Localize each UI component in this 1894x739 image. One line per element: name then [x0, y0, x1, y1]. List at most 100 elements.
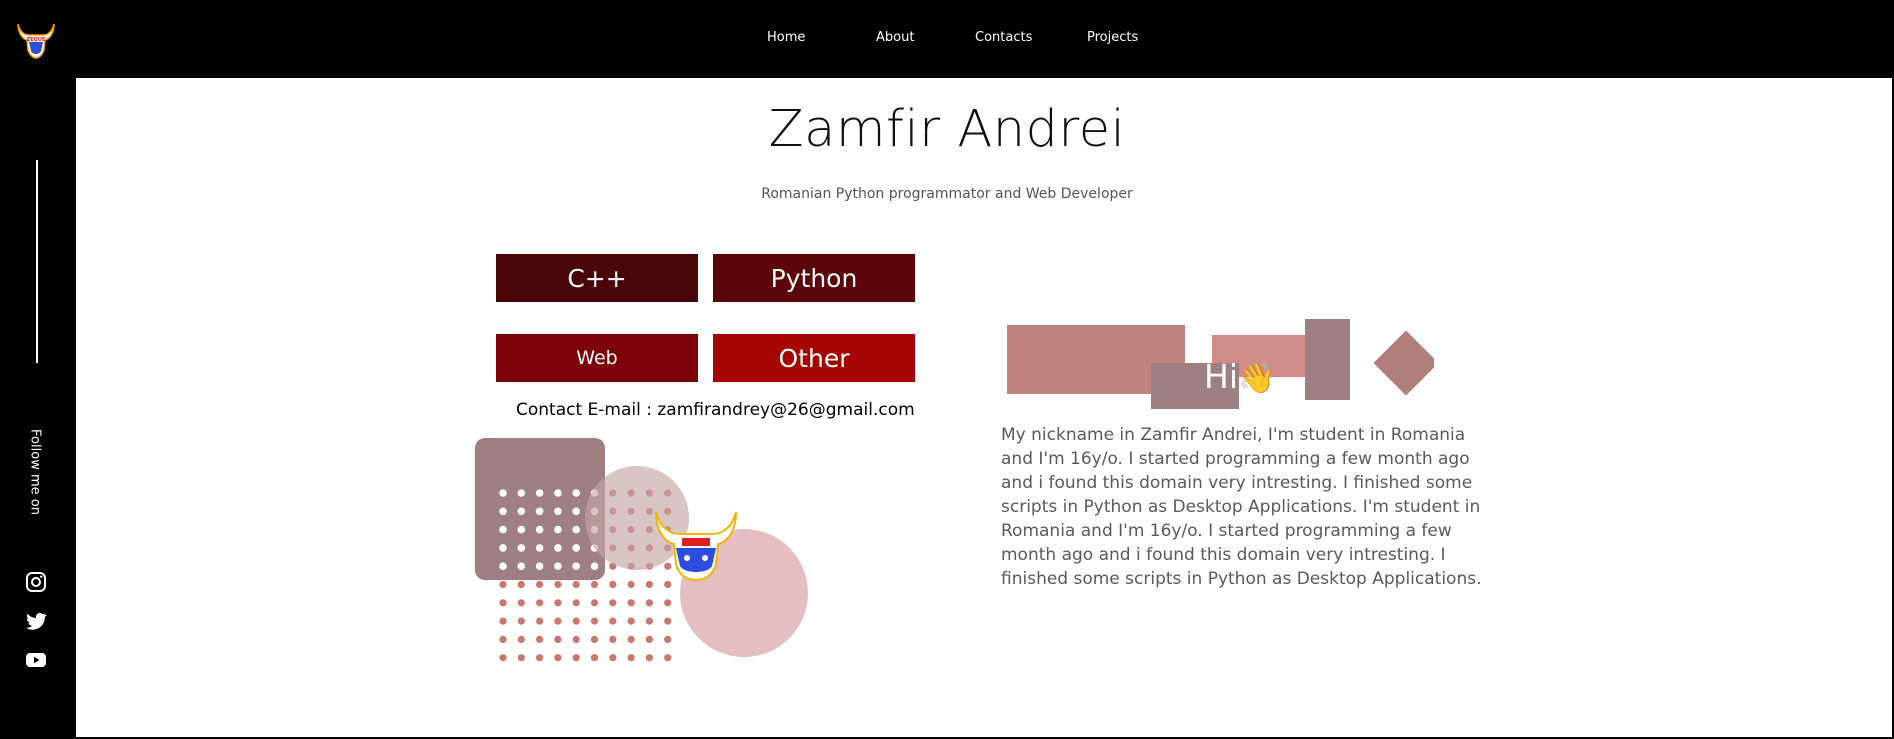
- main-content-area: [76, 78, 1894, 739]
- nav-home[interactable]: Home: [767, 30, 805, 45]
- dot: [517, 507, 526, 516]
- dot: [572, 617, 580, 625]
- dot: [627, 580, 635, 589]
- mauve-tall-rectangle: [1305, 319, 1350, 400]
- dot: [554, 617, 562, 625]
- dot: [499, 507, 507, 516]
- dot: [590, 635, 599, 643]
- dot: [517, 580, 525, 589]
- dot: [572, 562, 580, 570]
- dot: [499, 599, 507, 607]
- dot: [554, 599, 562, 607]
- dot: [590, 654, 599, 662]
- dot: [535, 525, 544, 534]
- dot: [572, 599, 580, 607]
- dot: [535, 507, 544, 516]
- dot: [554, 525, 562, 534]
- dot: [664, 562, 672, 570]
- dot: [609, 580, 617, 589]
- rose-diamond: [1373, 330, 1434, 396]
- follow-me-label: Follow me on: [27, 429, 43, 515]
- dot: [499, 580, 507, 589]
- dot: [645, 580, 653, 589]
- dot: [554, 544, 562, 552]
- dot: [517, 525, 526, 534]
- dot: [499, 654, 507, 662]
- skill-cpp-button[interactable]: C++: [496, 254, 698, 302]
- dot: [572, 489, 580, 497]
- dot: [536, 654, 544, 662]
- bull-logo-icon[interactable]: ZEQUE: [14, 18, 58, 62]
- dot: [535, 544, 544, 552]
- dot: [536, 599, 544, 607]
- dot: [590, 617, 599, 625]
- page-title: Zamfir Andrei: [768, 100, 1126, 159]
- nav-about[interactable]: About: [876, 30, 914, 45]
- greeting-text: Hi: [1204, 357, 1238, 396]
- dot: [627, 654, 635, 662]
- skill-other-button[interactable]: Other: [713, 334, 915, 382]
- dot: [517, 654, 525, 662]
- svg-text:ZEQUE: ZEQUE: [27, 37, 46, 43]
- dot: [664, 635, 672, 643]
- dot: [536, 617, 544, 625]
- dot: [664, 599, 672, 607]
- dot: [535, 562, 544, 570]
- dot: [499, 617, 507, 625]
- nav-contacts[interactable]: Contacts: [975, 30, 1032, 45]
- dot: [572, 544, 580, 552]
- dot: [535, 489, 544, 497]
- dot: [499, 489, 507, 497]
- dot: [517, 617, 525, 625]
- dot: [517, 635, 525, 643]
- dot: [499, 525, 507, 534]
- dot: [499, 544, 507, 552]
- dot: [554, 489, 562, 497]
- dot: [627, 617, 635, 625]
- dot: [572, 654, 580, 662]
- skill-web-button[interactable]: Web: [496, 334, 698, 382]
- dot: [536, 580, 544, 589]
- dot: [609, 635, 617, 643]
- dot: [517, 489, 526, 497]
- dot: [590, 580, 599, 589]
- dot: [627, 599, 635, 607]
- dot: [554, 635, 562, 643]
- dot: [554, 562, 562, 570]
- contact-email: Contact E-mail : zamfirandrey@26@gmail.c…: [516, 400, 915, 420]
- dot: [572, 580, 580, 589]
- instagram-icon[interactable]: [24, 570, 48, 594]
- dot: [572, 507, 580, 516]
- nav-projects[interactable]: Projects: [1087, 30, 1138, 45]
- dot: [627, 635, 635, 643]
- dot: [609, 654, 617, 662]
- dot: [590, 562, 599, 570]
- page-subtitle: Romanian Python programmator and Web Dev…: [761, 186, 1133, 202]
- dot: [609, 599, 617, 607]
- dot: [664, 580, 672, 589]
- dot: [554, 654, 562, 662]
- twitter-icon[interactable]: [24, 609, 48, 633]
- dot: [517, 544, 526, 552]
- waving-hand-icon: 👋: [1237, 361, 1276, 396]
- dot: [536, 635, 544, 643]
- youtube-icon[interactable]: [24, 648, 48, 672]
- dot: [645, 635, 653, 643]
- circle-small: [585, 466, 689, 570]
- dot: [517, 599, 525, 607]
- dot: [572, 635, 580, 643]
- dot: [645, 654, 653, 662]
- skill-python-button[interactable]: Python: [713, 254, 915, 302]
- dot: [590, 599, 599, 607]
- dot: [554, 580, 562, 589]
- dot: [609, 617, 617, 625]
- dot: [645, 617, 653, 625]
- greeting-heading: Hi👋: [1204, 357, 1275, 396]
- dot: [499, 562, 507, 570]
- dot: [664, 617, 672, 625]
- dot: [572, 525, 580, 534]
- dot: [645, 599, 653, 607]
- dot: [664, 654, 672, 662]
- dot: [499, 635, 507, 643]
- decorative-illustration: [475, 438, 808, 662]
